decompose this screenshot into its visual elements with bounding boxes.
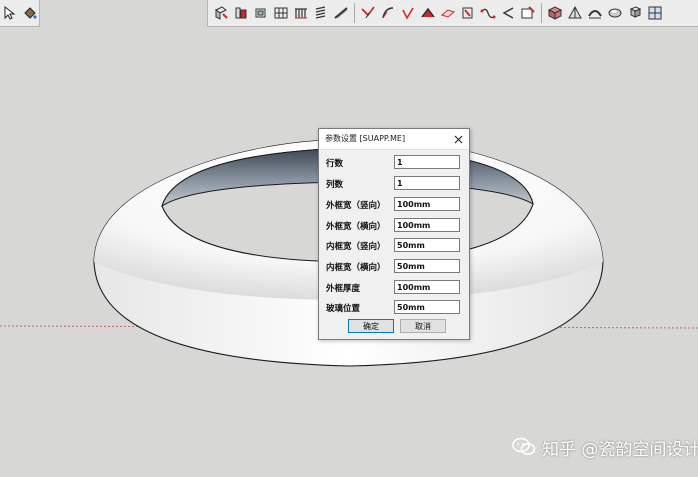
edit-face-icon[interactable] [518,3,537,24]
curve-draw-icon[interactable] [398,3,417,24]
window-frame-icon[interactable] [645,3,664,24]
row-outer-width-vertical: 外框宽（竖向） [326,197,466,212]
dialog-titlebar[interactable]: 参数设置 [SUAPP.ME] [319,129,469,150]
outer-width-vertical-input[interactable] [394,197,460,211]
row-label: 内框宽（竖向） [326,242,386,252]
row-label: 玻璃位置 [326,304,361,314]
row-label: 内框宽（横向） [326,263,386,273]
grid-panel-icon[interactable] [271,3,290,24]
bend-icon[interactable] [498,3,517,24]
watermark-text: 知乎 @瓷韵空间设计 [542,439,698,460]
columns-input[interactable] [394,176,460,190]
rows-input[interactable] [394,155,460,169]
shelf-tool-icon[interactable] [231,3,250,24]
paint-bucket-icon[interactable] [22,3,39,24]
toolbar-separator [354,3,355,23]
line-draw-icon[interactable] [358,3,377,24]
row-outer-width-horizontal: 外框宽（横向） [326,218,466,233]
inner-width-vertical-input[interactable] [394,238,460,252]
wechat-logo-icon [512,437,536,455]
face-cut-icon[interactable] [458,3,477,24]
inner-width-horizontal-input[interactable] [394,259,460,273]
row-label: 列数 [326,180,344,190]
path-icon[interactable] [478,3,497,24]
row-inner-width-vertical: 内框宽（竖向） [326,238,466,253]
arc-draw-icon[interactable] [378,3,397,24]
outer-width-horizontal-input[interactable] [394,218,460,232]
select-tool-icon[interactable] [2,3,19,24]
railing-icon[interactable] [291,3,310,24]
row-label: 外框宽（竖向） [326,201,386,211]
stair-icon[interactable] [331,3,350,24]
outer-thickness-input[interactable] [394,280,460,294]
parameter-dialog: 参数设置 [SUAPP.ME] 行数 列数 外框宽（竖向） 外框宽（横向） 内框… [318,128,470,340]
cube-group-icon[interactable] [625,3,644,24]
row-label: 行数 [326,159,344,169]
solid-box-icon[interactable] [545,3,564,24]
watermark: 知乎 @瓷韵空间设计 [512,434,698,460]
box-create-icon[interactable] [211,3,230,24]
louver-icon[interactable] [311,3,330,24]
dialog-title: 参数设置 [SUAPP.ME] [325,134,406,143]
glass-position-input[interactable] [394,300,460,314]
roof-icon[interactable] [418,3,437,24]
row-columns: 列数 [326,176,466,191]
toolbar-separator [541,3,542,23]
pyramid-icon[interactable] [565,3,584,24]
frame-tool-icon[interactable] [251,3,270,24]
cancel-button[interactable]: 取消 [400,319,446,333]
row-label: 外框厚度 [326,284,361,294]
row-glass-position: 玻璃位置 [326,300,466,315]
plane-icon[interactable] [438,3,457,24]
row-rows: 行数 [326,155,466,170]
mini-toolbar [0,0,40,27]
close-icon [454,135,462,143]
dialog-close-button[interactable] [450,131,466,147]
arch-icon[interactable] [585,3,604,24]
ok-button[interactable]: 确定 [348,319,394,333]
sphere-icon[interactable] [605,3,624,24]
row-label: 外框宽（横向） [326,222,386,232]
plugin-toolbar [207,0,698,27]
row-inner-width-horizontal: 内框宽（横向） [326,259,466,274]
row-outer-thickness: 外框厚度 [326,280,466,295]
